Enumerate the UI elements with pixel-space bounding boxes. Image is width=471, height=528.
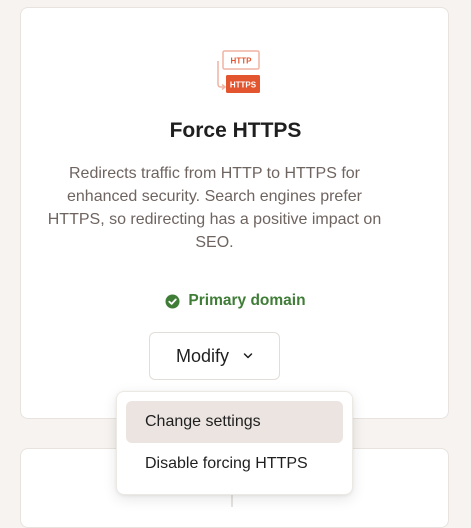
modify-button-label: Modify (175, 345, 229, 366)
check-circle-icon (165, 294, 180, 309)
chevron-down-icon (243, 347, 253, 365)
https-label: HTTPS (230, 81, 257, 90)
status-label: Primary domain (188, 292, 306, 309)
card-description: Redirects traffic from HTTP to HTTPS for… (47, 165, 382, 251)
http-label: HTTP (231, 57, 253, 66)
http-to-https-illustration: HTTP HTTPS (212, 49, 262, 99)
primary-domain-status: Primary domain (0, 292, 471, 310)
http-https-icon: HTTP HTTPS (217, 50, 260, 93)
card-title: Force HTTPS (169, 119, 302, 142)
modify-dropdown-menu: Change settings Disable forcing HTTPS (116, 391, 353, 495)
menu-item-disable-forcing-https[interactable]: Disable forcing HTTPS (126, 443, 343, 485)
modify-button[interactable]: Modify (149, 332, 280, 380)
menu-item-change-settings[interactable]: Change settings (126, 401, 343, 443)
